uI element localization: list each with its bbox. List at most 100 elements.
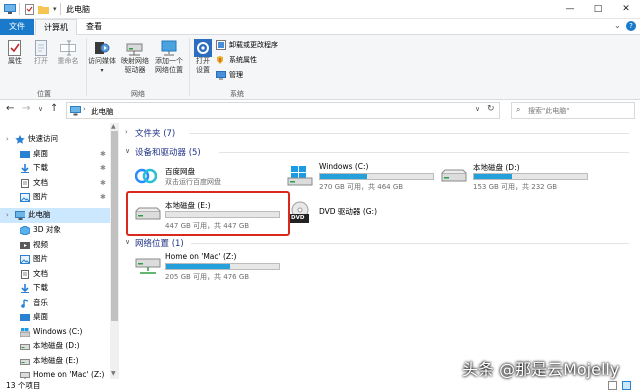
nav-label: 本地磁盘 (D:) xyxy=(33,341,80,350)
video-icon xyxy=(20,241,30,249)
ribbon-tabs: 文件 计算机 查看 ⌄ ? xyxy=(0,19,640,36)
ribbon-separator xyxy=(189,38,190,96)
section-devices[interactable]: 设备和驱动器 (5) xyxy=(135,146,201,158)
open-icon xyxy=(35,40,47,56)
folder-quick-icon[interactable] xyxy=(38,4,49,15)
nav-quick-access[interactable]: › 快速访问 xyxy=(0,132,110,147)
expand-icon[interactable]: › xyxy=(6,208,9,223)
maximize-button[interactable]: □ xyxy=(584,0,612,19)
minimize-button[interactable]: — xyxy=(556,0,584,19)
breadcrumb-this-pc[interactable]: 此电脑 xyxy=(91,106,114,117)
address-dropdown-icon[interactable]: ∨ xyxy=(475,105,480,113)
nav-3d-objects[interactable]: 3D 对象 xyxy=(0,223,110,238)
scroll-up-icon[interactable]: ▲ xyxy=(111,123,116,130)
breadcrumb-chevron-icon[interactable]: › xyxy=(83,105,86,113)
refresh-icon[interactable]: ↻ xyxy=(487,104,495,114)
nav-drive-c[interactable]: Windows (C:) xyxy=(0,325,110,340)
properties-button[interactable]: 属性 xyxy=(4,39,26,66)
pin-icon: ✱ xyxy=(100,178,106,187)
section-divider xyxy=(219,152,629,153)
nav-desktop-pinned[interactable]: 桌面 ✱ xyxy=(0,147,110,162)
document-icon xyxy=(21,269,29,279)
expand-section-icon[interactable]: › xyxy=(125,128,128,136)
expand-ribbon-icon[interactable]: ⌄ xyxy=(614,21,621,30)
document-icon xyxy=(21,178,29,188)
section-network[interactable]: 网络位置 (1) xyxy=(135,237,184,249)
picture-icon xyxy=(20,193,30,202)
nav-music[interactable]: 音乐 xyxy=(0,296,110,311)
drive-d[interactable]: 本地磁盘 (D:) 153 GB 可用，共 232 GB xyxy=(439,161,589,193)
open-button[interactable]: 打开 xyxy=(30,39,52,66)
nav-label: 图片 xyxy=(33,192,48,201)
nav-scrollbar[interactable]: ▲ ▼ xyxy=(110,123,119,379)
group-location-label: 位置 xyxy=(37,90,51,98)
recent-locations-icon[interactable]: ∨ xyxy=(38,105,43,113)
map-drive-button[interactable]: 映射网络 驱动器 xyxy=(118,39,152,75)
help-icon[interactable]: ? xyxy=(626,21,636,31)
scroll-down-icon[interactable]: ▼ xyxy=(111,370,116,377)
tab-computer[interactable]: 计算机 xyxy=(35,19,77,36)
drive-dvd[interactable]: DVD DVD 驱动器 (G:) xyxy=(285,201,435,229)
nav-documents-pinned[interactable]: 文档 ✱ xyxy=(0,176,110,191)
address-bar[interactable]: › 此电脑 ∨ ↻ xyxy=(66,102,500,119)
star-icon xyxy=(15,135,25,144)
nav-pictures-pinned[interactable]: 图片 ✱ xyxy=(0,190,110,205)
open-settings-button[interactable]: 打开 设置 xyxy=(192,39,214,75)
search-icon: ⌕ xyxy=(516,105,521,114)
music-icon xyxy=(21,298,29,308)
search-box[interactable]: ⌕ 搜索"此电脑" xyxy=(511,102,635,119)
properties-quick-icon[interactable] xyxy=(25,4,35,15)
add-network-location-icon xyxy=(161,40,177,56)
nav-drive-d[interactable]: 本地磁盘 (D:) xyxy=(0,339,110,354)
forward-arrow-icon[interactable]: → xyxy=(22,103,30,114)
large-icons-view-icon[interactable] xyxy=(622,381,631,390)
uninstall-icon xyxy=(216,40,226,50)
scroll-thumb[interactable] xyxy=(111,131,118,321)
quick-access-dropdown-icon[interactable]: ▾ xyxy=(53,0,57,19)
up-arrow-icon[interactable]: ↑ xyxy=(50,103,58,114)
search-placeholder: 搜索"此电脑" xyxy=(528,107,570,115)
title-bar: ▾ 此电脑 — □ ✕ xyxy=(0,0,640,19)
section-divider xyxy=(189,133,629,134)
nav-downloads[interactable]: 下载 xyxy=(0,281,110,296)
nav-documents[interactable]: 文档 xyxy=(0,267,110,282)
nav-drive-e[interactable]: 本地磁盘 (E:) xyxy=(0,354,110,369)
rename-button[interactable]: 重命名 xyxy=(55,39,81,66)
nav-drive-z[interactable]: Home on 'Mac' (Z:) xyxy=(0,368,110,379)
tab-file[interactable]: 文件 xyxy=(0,19,34,35)
properties-icon xyxy=(8,40,21,56)
windows-drive-icon xyxy=(20,327,30,337)
close-button[interactable]: ✕ xyxy=(612,0,640,19)
nav-label: 桌面 xyxy=(33,148,48,158)
tab-view[interactable]: 查看 xyxy=(78,19,110,35)
nav-desktop[interactable]: 桌面 xyxy=(0,310,110,325)
section-folders[interactable]: 文件夹 (7) xyxy=(135,127,175,139)
access-media-button[interactable]: 访问媒体 ▾ xyxy=(88,39,116,75)
nav-label: Windows (C:) xyxy=(33,326,83,336)
desktop-icon xyxy=(20,314,30,321)
nav-this-pc[interactable]: › 此电脑 xyxy=(0,208,110,223)
access-media-icon xyxy=(95,42,110,54)
nav-pictures[interactable]: 图片 xyxy=(0,252,110,267)
nav-videos[interactable]: 视频 xyxy=(0,238,110,253)
details-view-icon[interactable] xyxy=(608,381,617,390)
map-drive-icon xyxy=(126,43,143,56)
explorer-window: ▾ 此电脑 — □ ✕ 文件 计算机 查看 ⌄ ? 属性 打开 重命名 位置 访… xyxy=(0,0,640,392)
nav-label: Home on 'Mac' (Z:) xyxy=(33,370,105,379)
content-pane: › 文件夹 (7) ∨ 设备和驱动器 (5) 百度网盘 双击运行百度网盘 Win… xyxy=(119,123,640,379)
add-network-location-button[interactable]: 添加一个 网络位置 xyxy=(152,39,186,75)
drive-subtitle: 双击运行百度网盘 xyxy=(165,178,221,186)
collapse-section-icon[interactable]: ∨ xyxy=(125,147,130,155)
rename-icon xyxy=(60,40,76,56)
drive-z[interactable]: Home on 'Mac' (Z:) 205 GB 可用，共 476 GB xyxy=(133,251,283,283)
expand-icon[interactable]: › xyxy=(6,132,9,147)
drive-usage-bar xyxy=(319,173,434,180)
drive-baidu-netdisk[interactable]: 百度网盘 双击运行百度网盘 xyxy=(133,164,283,192)
map-drive-label-2: 驱动器 xyxy=(124,66,146,74)
add-network-label-1: 添加一个 xyxy=(155,57,183,65)
ribbon: 属性 打开 重命名 位置 访问媒体 ▾ 映射网络 驱动器 添加一个 网络位置 网… xyxy=(0,35,640,100)
nav-downloads-pinned[interactable]: 下载 ✱ xyxy=(0,161,110,176)
back-arrow-icon[interactable]: ← xyxy=(6,103,14,114)
drive-c[interactable]: Windows (C:) 270 GB 可用，共 464 GB xyxy=(285,161,435,193)
collapse-section-icon[interactable]: ∨ xyxy=(125,238,130,246)
